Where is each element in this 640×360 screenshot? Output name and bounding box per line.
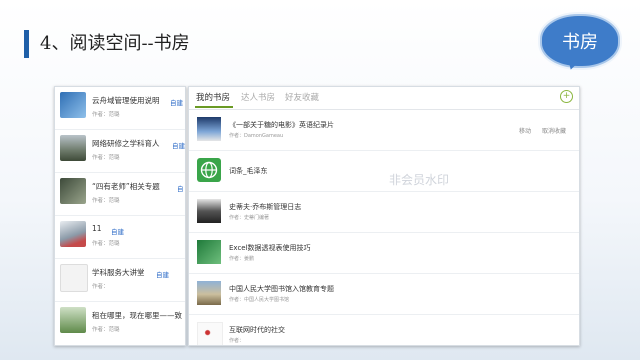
book-row[interactable]: 中国人民大学图书馆入馆教育专题 作者：中国人民大学图书馆: [189, 274, 579, 315]
list-item-author: 作者：范璐: [92, 241, 120, 247]
slide-title: 4、阅读空间--书房: [40, 33, 190, 54]
bookshelf-panel: 我的书房 达人书房 好友收藏 + 《一部关于糖的电影》英语纪录片 作者：Damo…: [188, 86, 580, 346]
thumbnail-image: [60, 264, 88, 292]
self-built-tag[interactable]: 自建: [111, 226, 124, 236]
list-item-title: 11: [92, 224, 102, 233]
self-built-tag[interactable]: 自建: [156, 269, 169, 279]
book-title[interactable]: 《一部关于糖的电影》英语纪录片: [229, 120, 334, 130]
book-cover: [197, 240, 221, 264]
book-author: 作者：姜鹏: [229, 256, 255, 262]
title-accent-bar: [24, 30, 29, 58]
list-item-title: 租在哪里，现在哪里——致: [92, 311, 182, 320]
thumbnail-image: [60, 178, 86, 204]
list-item[interactable]: “四有老师”相关专题 作者：范璐 自: [55, 173, 185, 216]
list-item[interactable]: 学科服务大讲堂 作者： 自建: [55, 259, 185, 302]
book-author: 作者：中国人民大学图书馆: [229, 297, 290, 303]
book-author: 作者：: [229, 338, 245, 344]
list-item[interactable]: 租在哪里，现在哪里——致 作者：范璐: [55, 302, 185, 344]
book-title[interactable]: 史蒂夫·乔布斯管理日志: [229, 202, 301, 212]
book-title[interactable]: 词条_毛泽东: [229, 166, 268, 176]
badge-tail: [564, 56, 582, 72]
book-row[interactable]: 《一部关于糖的电影》英语纪录片 作者：DamonGameau 移动 取消收藏: [189, 110, 579, 151]
list-item-title: 云舟域管理使用说明: [92, 96, 160, 105]
self-built-tag[interactable]: 自建: [170, 97, 183, 107]
list-item-author: 作者：范璐: [92, 198, 120, 204]
list-item-author: 作者：范璐: [92, 327, 120, 333]
book-title[interactable]: Excel数据透视表使用技巧: [229, 243, 311, 253]
tab-friends-favorites[interactable]: 好友收藏: [285, 91, 319, 103]
tab-bar: 我的书房 达人书房 好友收藏 +: [189, 87, 579, 110]
list-item[interactable]: 云舟域管理使用说明 作者：范璐 自建: [55, 87, 185, 130]
list-item-author: 作者：: [92, 284, 109, 290]
book-title[interactable]: 互联网时代的社交: [229, 325, 285, 335]
book-row[interactable]: Excel数据透视表使用技巧 作者：姜鹏: [189, 233, 579, 274]
left-collection-panel: 云舟域管理使用说明 作者：范璐 自建 网络研修之学科育人 作者：范璐 自建 “四…: [54, 86, 186, 346]
book-author: 作者：史蒂门编著: [229, 215, 270, 221]
book-row[interactable]: 史蒂夫·乔布斯管理日志 作者：史蒂门编著: [189, 192, 579, 233]
thumbnail-image: [60, 135, 86, 161]
book-author: 作者：DamonGameau: [229, 133, 284, 139]
list-item-author: 作者：范璐: [92, 155, 120, 161]
thumbnail-image: [60, 221, 86, 247]
book-title[interactable]: 中国人民大学图书馆入馆教育专题: [229, 284, 334, 294]
list-item-author: 作者：范璐: [92, 112, 120, 118]
book-cover: [197, 322, 223, 345]
list-item[interactable]: 11 作者：范璐 自建: [55, 216, 185, 259]
tab-my-study[interactable]: 我的书房: [196, 91, 230, 103]
globe-icon: [197, 158, 221, 182]
active-tab-indicator: [195, 106, 233, 108]
thumbnail-image: [60, 307, 86, 333]
book-cover: [197, 117, 221, 141]
list-item-title: 网络研修之学科育人: [92, 139, 160, 148]
list-item-title: 学科服务大讲堂: [92, 268, 145, 277]
list-item-title: “四有老师”相关专题: [92, 182, 160, 191]
self-built-tag[interactable]: 自建: [172, 140, 185, 150]
tab-expert-study[interactable]: 达人书房: [241, 91, 275, 103]
book-row[interactable]: 词条_毛泽东: [189, 151, 579, 192]
unfavorite-button[interactable]: 取消收藏: [542, 126, 566, 135]
add-icon[interactable]: +: [560, 90, 573, 103]
self-built-tag[interactable]: 自: [177, 183, 184, 193]
move-button[interactable]: 移动: [519, 126, 531, 135]
book-row[interactable]: 互联网时代的社交 作者：: [189, 315, 579, 345]
list-item[interactable]: 网络研修之学科育人 作者：范璐 自建: [55, 130, 185, 173]
book-cover: [197, 281, 221, 305]
thumbnail-image: [60, 92, 86, 118]
book-cover: [197, 199, 221, 223]
